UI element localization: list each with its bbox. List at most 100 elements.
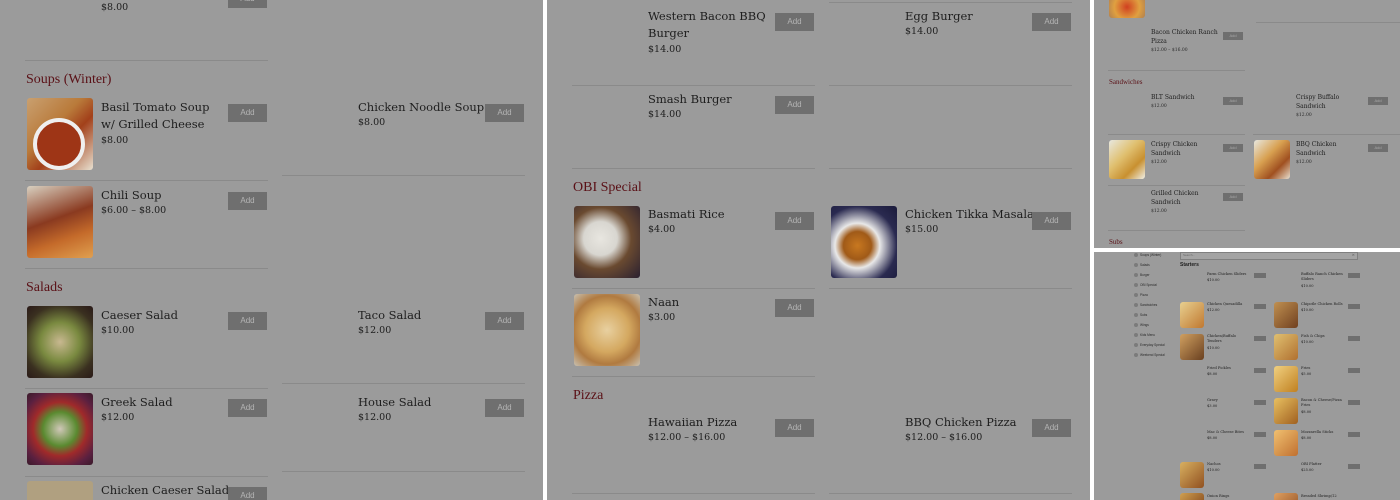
add-button[interactable] — [1254, 432, 1266, 437]
item-name[interactable]: BBQ Chicken Sandwich — [1296, 140, 1366, 158]
item-name[interactable]: OBI Platter — [1301, 462, 1345, 467]
add-button[interactable]: Add — [1223, 193, 1243, 201]
item-name[interactable]: Breaded Shrimp/12 — [1301, 494, 1345, 499]
item-name[interactable]: Basmati Rice — [648, 206, 725, 223]
item-price: $6.00 – $8.00 — [101, 205, 167, 216]
add-button[interactable] — [1254, 273, 1266, 278]
item-name[interactable]: Taco Salad — [358, 307, 421, 324]
item-name[interactable]: BBQ Chicken Pizza — [905, 414, 1017, 431]
nav-item[interactable]: Subs — [1140, 313, 1147, 317]
nav-item[interactable]: Soups (Winter) — [1140, 253, 1161, 257]
search-input[interactable]: Search... × — [1180, 252, 1358, 260]
item-name[interactable]: Mozzarella Sticks — [1301, 430, 1345, 435]
add-button[interactable] — [1254, 400, 1266, 405]
nav-item[interactable]: Everyday Special — [1140, 343, 1165, 347]
item-name[interactable]: Parm Chicken Sliders — [1207, 272, 1251, 277]
nav-item[interactable]: Weekend Special — [1140, 353, 1165, 357]
item-name[interactable]: Chicken Quesadilla — [1207, 302, 1251, 307]
add-button[interactable]: Add — [775, 96, 814, 114]
item-name[interactable]: Fried Pickles — [1207, 366, 1251, 371]
nav-item[interactable]: OBI Special — [1140, 283, 1157, 287]
naan-image — [574, 294, 640, 366]
nav-item[interactable]: Kids Menu — [1140, 333, 1155, 337]
item-name[interactable]: Chicken Noodle Soup — [358, 99, 484, 116]
item-name[interactable]: Chicken/Buffalo Tenders — [1207, 334, 1251, 344]
item-price: $14.00 — [905, 26, 939, 37]
item-name[interactable]: Naan — [648, 294, 679, 311]
add-button[interactable]: Add — [1223, 144, 1243, 152]
item-name[interactable]: Western Bacon BBQ Burger — [648, 8, 773, 42]
nav-item[interactable]: Sandwiches — [1140, 303, 1157, 307]
item-name[interactable]: Hawaiian Pizza — [648, 414, 737, 431]
item-name[interactable]: Crispy Buffalo Sandwich — [1296, 93, 1366, 111]
nav-item[interactable]: Salads — [1140, 263, 1150, 267]
close-icon[interactable]: × — [1352, 252, 1355, 257]
add-button[interactable]: Add — [228, 0, 267, 8]
item-name[interactable]: Bacon & Cheese/Pizza Fries — [1301, 398, 1345, 408]
add-button[interactable]: Add — [228, 312, 267, 330]
item-price: $12.00 — [358, 325, 392, 336]
item-name[interactable]: BLT Sandwich — [1151, 93, 1195, 102]
add-button[interactable] — [1348, 304, 1360, 309]
add-button[interactable] — [1348, 368, 1360, 373]
nav-item[interactable]: Wings — [1140, 323, 1149, 327]
add-button[interactable]: Add — [1223, 32, 1243, 40]
add-button[interactable]: Add — [1223, 97, 1243, 105]
item-name[interactable]: Egg Burger — [905, 8, 973, 25]
add-button[interactable] — [1254, 336, 1266, 341]
nav-item[interactable]: Pizza — [1140, 293, 1148, 297]
item-name[interactable]: House Salad — [358, 394, 431, 411]
add-button[interactable]: Add — [228, 399, 267, 417]
item-name[interactable]: Fries — [1301, 366, 1345, 371]
add-button[interactable]: Add — [228, 192, 267, 210]
item-name[interactable]: Grilled Chicken Sandwich — [1151, 189, 1221, 207]
item-name[interactable]: Crispy Chicken Sandwich — [1151, 140, 1221, 158]
item-name[interactable]: Buffalo Ranch Chicken Sliders — [1301, 272, 1345, 282]
add-button[interactable] — [1254, 464, 1266, 469]
add-button[interactable]: Add — [1032, 419, 1071, 437]
add-button[interactable]: Add — [1368, 97, 1388, 105]
item-name[interactable]: Fish & Chips — [1301, 334, 1345, 339]
add-button[interactable]: Add — [228, 104, 267, 122]
item-price: $25.00 — [1301, 468, 1314, 472]
add-button[interactable]: Add — [775, 13, 814, 31]
add-button[interactable] — [1348, 273, 1360, 278]
item-price: $14.00 — [648, 109, 682, 120]
item-name[interactable]: Greek Salad — [101, 394, 173, 411]
item-name[interactable]: Chicken Caeser Salad — [101, 482, 229, 499]
add-button[interactable]: Add — [485, 104, 524, 122]
item-name[interactable]: Caeser Salad — [101, 307, 178, 324]
item-name[interactable]: Bacon Chicken Ranch Pizza — [1151, 28, 1221, 46]
add-button[interactable]: Add — [775, 299, 814, 317]
nav-item[interactable]: Burger — [1140, 273, 1150, 277]
item-name[interactable]: Gravy — [1207, 398, 1251, 403]
item-price: $12.00 – $16.00 — [905, 432, 983, 443]
add-button[interactable] — [1348, 336, 1360, 341]
item-price: $10.00 — [1301, 284, 1314, 288]
add-button[interactable] — [1348, 464, 1360, 469]
add-button[interactable]: Add — [228, 487, 267, 500]
item-price: $8.00 — [101, 2, 129, 13]
item-name[interactable]: Smash Burger — [648, 91, 732, 108]
item-name[interactable]: Chili Soup — [101, 187, 161, 204]
add-button[interactable]: Add — [485, 399, 524, 417]
add-button[interactable]: Add — [1032, 13, 1071, 31]
item-name[interactable]: Chipotle Chicken Rolls — [1301, 302, 1345, 307]
fish-chips-image — [1274, 334, 1298, 360]
add-button[interactable]: Add — [485, 312, 524, 330]
add-button[interactable] — [1348, 400, 1360, 405]
item-price: $8.00 — [1301, 436, 1312, 440]
add-button[interactable] — [1348, 432, 1360, 437]
add-button[interactable] — [1254, 368, 1266, 373]
item-name[interactable]: Basil Tomato Soup w/ Grilled Cheese — [101, 99, 226, 133]
item-name[interactable]: Nachos — [1207, 462, 1251, 467]
item-name[interactable]: Onion Rings — [1207, 494, 1251, 499]
item-name[interactable]: Mac & Cheese Bites — [1207, 430, 1251, 435]
add-button[interactable]: Add — [1032, 212, 1071, 230]
add-button[interactable]: Add — [775, 212, 814, 230]
item-name[interactable]: Chicken Tikka Masala — [905, 206, 1034, 223]
add-button[interactable] — [1254, 304, 1266, 309]
add-button[interactable]: Add — [775, 419, 814, 437]
add-button[interactable]: Add — [1368, 144, 1388, 152]
section-title-pizza: Pizza — [573, 388, 604, 403]
